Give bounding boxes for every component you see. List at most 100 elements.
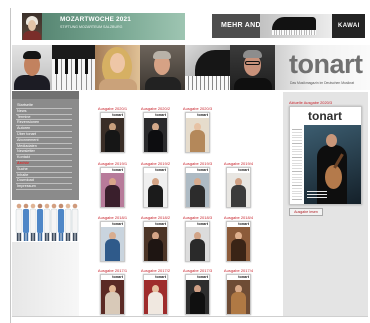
issue-cover[interactable]: tonart <box>100 274 125 315</box>
staff-figure <box>50 203 58 241</box>
face <box>110 53 125 73</box>
issue-label[interactable]: Ausgabe 2017/1 <box>96 268 130 273</box>
suit <box>14 75 50 90</box>
header-photo-piano-keys <box>52 45 95 90</box>
sidebar-group-photo <box>12 200 79 242</box>
current-issue-heading[interactable]: Aktuelle Ausgabe 2020/3 <box>289 100 332 105</box>
issue-cover[interactable]: tonart <box>226 167 251 208</box>
current-issue-panel: Aktuelle Ausgabe 2020/3 tonart Ausgabe l… <box>283 92 368 316</box>
cover-photo <box>227 280 250 314</box>
mozartwoche-ad-banner[interactable]: MOZARTWOCHE 2021 STIFTUNG MOZARTEUM SALZ… <box>22 13 185 40</box>
issue-cover[interactable]: tonart <box>226 221 251 262</box>
piano-body <box>195 50 230 77</box>
issue-cover[interactable]: tonart <box>185 221 210 262</box>
staff-figure <box>71 203 79 241</box>
staff-figure <box>23 203 29 241</box>
staff-figure <box>64 203 72 241</box>
staff-figure <box>58 203 64 241</box>
staff-group-illustration <box>15 203 79 241</box>
cover-photo-guitarist <box>304 125 361 204</box>
sidebar-item-impressum[interactable]: Impressum <box>16 184 72 190</box>
issue-label[interactable]: Ausgabe 2018/3 <box>181 215 215 220</box>
piano-body <box>272 17 316 31</box>
cover-contents-column <box>292 127 302 201</box>
issue-cover[interactable]: tonart <box>143 112 168 153</box>
issue-cover[interactable]: tonart <box>185 167 210 208</box>
cover-photo <box>101 280 124 314</box>
tonart-logo[interactable]: tonart <box>289 49 363 79</box>
cover-photo <box>144 280 167 314</box>
header-photo-smiling-man <box>12 45 52 90</box>
guitarist-head <box>326 134 337 147</box>
issue-label[interactable]: Ausgabe 2019/3 <box>181 161 215 166</box>
logo-area: tonart Das Musikmagazin im Deutschen Mus… <box>275 45 370 90</box>
sidebar-header-band <box>12 91 79 99</box>
black-keys <box>52 59 95 74</box>
issue-cover[interactable]: tonart <box>100 112 125 153</box>
read-issue-button[interactable]: Ausgabe lesen <box>289 208 323 216</box>
cover-photo <box>227 227 250 261</box>
logo-tagline: Das Musikmagazin im Deutschen Musikrat <box>290 81 355 85</box>
issue-label[interactable]: Ausgabe 2019/2 <box>139 161 173 166</box>
issue-cover[interactable]: tonart <box>143 167 168 208</box>
piano-keys <box>272 30 316 35</box>
header-photo-grey-haired-man <box>140 45 185 90</box>
piano-keys <box>185 76 230 90</box>
kawai-logo: KAWAI <box>338 23 360 29</box>
cover-photo <box>186 173 209 207</box>
banner-headline: MOZARTWOCHE 2021 <box>60 16 132 23</box>
header-photo-blonde-woman <box>95 45 140 90</box>
cover-photo <box>144 227 167 261</box>
cover-caption-lines <box>307 191 327 200</box>
issue-label[interactable]: Ausgabe 2020/2 <box>139 106 173 111</box>
issue-cover[interactable]: tonart <box>100 167 125 208</box>
cover-photo <box>186 227 209 261</box>
staff-figure <box>37 203 43 241</box>
issue-label[interactable]: Ausgabe 2020/3 <box>181 106 215 111</box>
staff-figure <box>15 203 23 241</box>
staff-figure <box>29 203 37 241</box>
issue-label[interactable]: Ausgabe 2020/1 <box>96 106 130 111</box>
hair <box>243 50 262 58</box>
footer-divider <box>12 316 368 317</box>
issue-label[interactable]: Ausgabe 2018/1 <box>96 215 130 220</box>
cover-photo <box>144 118 167 152</box>
issue-label[interactable]: Ausgabe 2018/4 <box>222 215 256 220</box>
issue-label[interactable]: Ausgabe 2019/4 <box>222 161 256 166</box>
issue-label[interactable]: Ausgabe 2018/2 <box>139 215 173 220</box>
sidebar-bottom-fill <box>12 242 79 316</box>
cover-photo <box>101 227 124 261</box>
issue-cover[interactable]: tonart <box>185 112 210 153</box>
cover-photo <box>186 280 209 314</box>
cover-photo <box>227 173 250 207</box>
issue-cover[interactable]: tonart <box>100 221 125 262</box>
cover-photo <box>101 173 124 207</box>
issue-cover[interactable]: tonart <box>185 274 210 315</box>
issue-label[interactable]: Ausgabe 2017/4 <box>222 268 256 273</box>
cover-photo <box>101 118 124 152</box>
suit <box>234 78 272 90</box>
piano-image <box>260 14 332 38</box>
cover-logo: tonart <box>308 109 342 123</box>
issue-label[interactable]: Ausgabe 2017/2 <box>139 268 173 273</box>
header-photo-man-with-glasses <box>230 45 275 90</box>
cover-photo <box>186 118 209 152</box>
hair <box>23 51 41 59</box>
portrait-face <box>28 20 36 31</box>
issue-cover[interactable]: tonart <box>143 274 168 315</box>
current-issue-cover[interactable]: tonart <box>289 106 362 205</box>
issue-cover[interactable]: tonart <box>226 274 251 315</box>
issue-label[interactable]: Ausgabe 2019/1 <box>96 161 130 166</box>
issue-cover[interactable]: tonart <box>143 221 168 262</box>
glasses <box>245 61 260 65</box>
shoulders <box>99 79 137 90</box>
issue-label[interactable]: Ausgabe 2017/3 <box>181 268 215 273</box>
banner-portrait <box>22 13 42 40</box>
guitar <box>325 165 342 189</box>
banner-subline: STIFTUNG MOZARTEUM SALZBURG <box>60 25 123 29</box>
staff-figure <box>43 203 51 241</box>
kawai-ad-banner[interactable]: MEHR ANDE KAWAI <box>212 14 365 38</box>
header-photo-grand-piano <box>185 45 230 90</box>
sidebar-menu: Startseite News Termine Rezensionen Auto… <box>16 103 72 190</box>
suit <box>145 77 181 90</box>
